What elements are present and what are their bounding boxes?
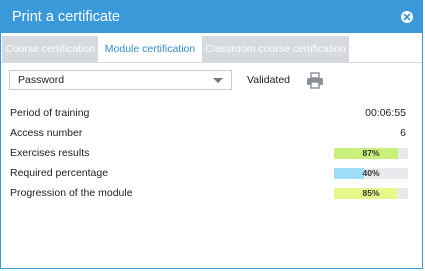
label-exercises-results: Exercises results: [10, 147, 90, 159]
label-required-percentage: Required percentage: [10, 167, 109, 179]
label-period-of-training: Period of training: [10, 107, 90, 119]
tab-course-certification[interactable]: Course certification: [2, 36, 98, 62]
certificate-dialog: Print a certificate Course certification…: [0, 0, 423, 269]
label-access-number: Access number: [10, 127, 83, 139]
progress-text: 40%: [362, 168, 380, 178]
value-access-number: 6: [400, 127, 406, 139]
tab-divider: [1, 62, 422, 63]
progress-bar-progression-of-module: 85%: [334, 188, 408, 199]
label-progression-of-module: Progression of the module: [10, 187, 133, 199]
status-validated: Validated: [247, 74, 291, 86]
document-select-value: Password: [18, 74, 65, 86]
close-icon[interactable]: [401, 11, 413, 23]
progress-bar-required-percentage: 40%: [334, 168, 408, 179]
tab-classroom-course-certification[interactable]: Classroom course certification: [202, 36, 349, 62]
progress-text: 85%: [362, 188, 380, 198]
chevron-down-icon: [213, 78, 223, 83]
dialog-title: Print a certificate: [12, 9, 120, 25]
value-period-of-training: 00:06:55: [365, 107, 406, 119]
progress-text: 87%: [362, 148, 380, 158]
tab-module-certification[interactable]: Module certification: [100, 36, 200, 62]
certificate-tabs: Course certification Module certificatio…: [1, 34, 422, 63]
printer-icon[interactable]: [306, 72, 324, 89]
document-select[interactable]: Password: [9, 70, 232, 90]
dialog-titlebar: Print a certificate: [1, 1, 422, 33]
progress-bar-exercises-results: 87%: [334, 148, 408, 159]
